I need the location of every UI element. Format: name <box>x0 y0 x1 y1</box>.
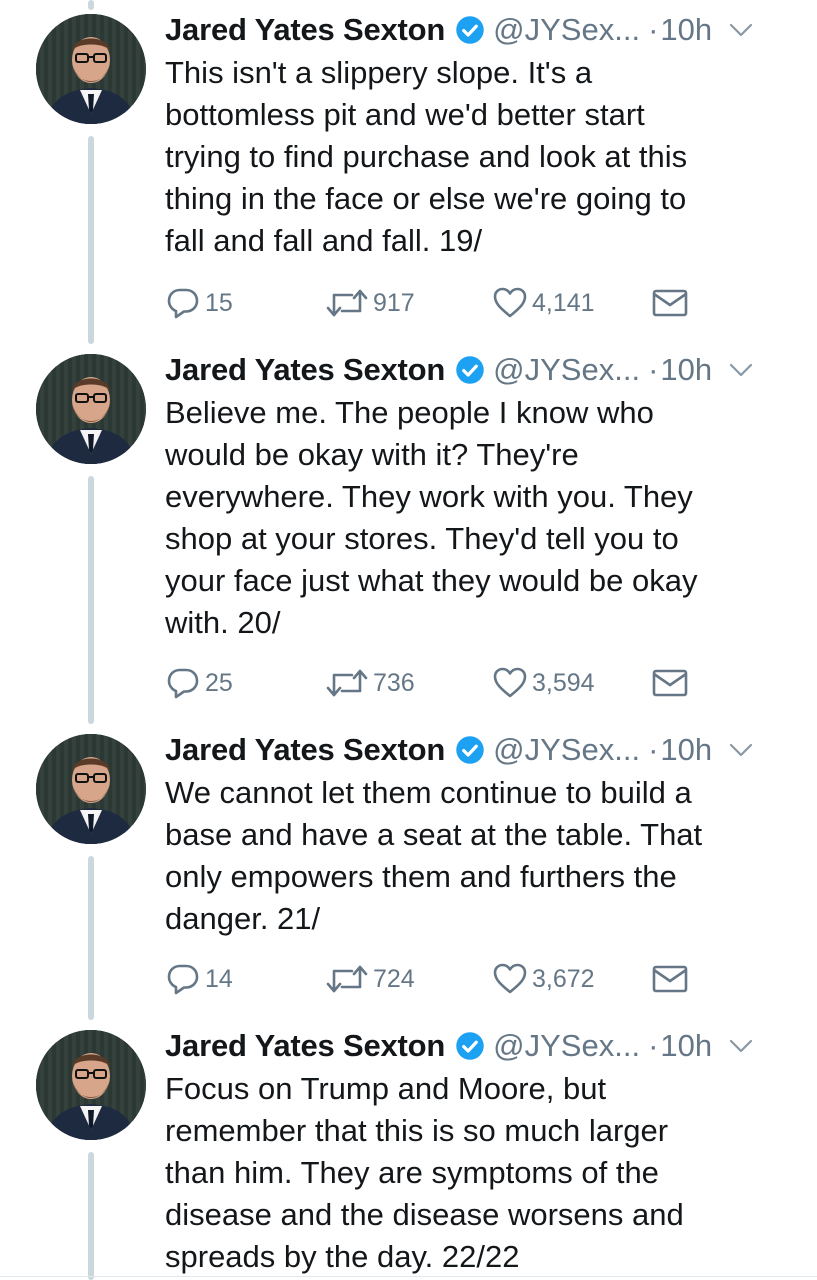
verified-badge-icon <box>455 355 485 385</box>
reply-button[interactable]: 25 <box>165 663 233 703</box>
like-button[interactable]: 3,672 <box>492 959 595 999</box>
reply-icon <box>165 665 201 701</box>
verified-badge-icon <box>455 735 485 765</box>
tweet-actions: 14 724 3,672 <box>165 959 725 999</box>
retweet-count: 736 <box>373 668 415 697</box>
timestamp[interactable]: 10h <box>660 12 712 48</box>
author-name[interactable]: Jared Yates Sexton <box>165 1028 445 1064</box>
tweet-text: Focus on Trump and Moore, but remember t… <box>165 1071 684 1274</box>
chevron-down-icon[interactable] <box>728 741 754 759</box>
tweet-header: Jared Yates Sexton @JYSex... · 10h <box>165 1024 805 1068</box>
retweet-button[interactable]: 917 <box>325 283 415 323</box>
retweet-icon <box>325 961 369 997</box>
author-handle[interactable]: @JYSex... <box>493 732 640 768</box>
thread-connector-line <box>88 856 94 1020</box>
heart-icon <box>492 961 528 997</box>
retweet-icon <box>325 665 369 701</box>
tweet-header: Jared Yates Sexton @JYSex... · 10h <box>165 728 805 772</box>
avatar[interactable] <box>36 734 146 844</box>
reply-button[interactable]: 15 <box>165 283 233 323</box>
avatar[interactable] <box>36 1030 146 1140</box>
reply-icon <box>165 285 201 321</box>
timestamp[interactable]: 10h <box>660 1028 712 1064</box>
retweet-count: 917 <box>373 288 415 317</box>
envelope-icon <box>652 964 688 994</box>
heart-icon <box>492 665 528 701</box>
tweet-text: This isn't a slippery slope. It's a bott… <box>165 55 688 258</box>
chevron-down-icon[interactable] <box>728 361 754 379</box>
tweet[interactable]: Jared Yates Sexton @JYSex... · 10h Belie… <box>0 340 817 724</box>
tweet-thread: Jared Yates Sexton @JYSex... · 10h This … <box>0 0 817 1280</box>
separator-dot: · <box>648 12 659 47</box>
envelope-icon <box>652 288 688 318</box>
author-handle[interactable]: @JYSex... <box>493 1028 640 1064</box>
verified-badge-icon <box>455 1031 485 1061</box>
retweet-button[interactable]: 724 <box>325 959 415 999</box>
separator-dot: · <box>648 1028 659 1063</box>
retweet-count: 724 <box>373 964 415 993</box>
tweet[interactable]: Jared Yates Sexton @JYSex... · 10h Focus… <box>0 1016 817 1280</box>
reply-count: 25 <box>205 668 233 697</box>
avatar[interactable] <box>36 354 146 464</box>
tweet[interactable]: Jared Yates Sexton @JYSex... · 10h We ca… <box>0 720 817 1020</box>
reply-icon <box>165 961 201 997</box>
tweet[interactable]: Jared Yates Sexton @JYSex... · 10h This … <box>0 0 817 344</box>
reply-button[interactable]: 14 <box>165 959 233 999</box>
chevron-down-icon[interactable] <box>728 1037 754 1055</box>
like-button[interactable]: 4,141 <box>492 283 595 323</box>
timestamp[interactable]: 10h <box>660 732 712 768</box>
chevron-down-icon[interactable] <box>728 21 754 39</box>
thread-connector-line <box>88 1152 94 1280</box>
direct-message-button[interactable] <box>652 663 688 703</box>
direct-message-button[interactable] <box>652 283 688 323</box>
author-name[interactable]: Jared Yates Sexton <box>165 12 445 48</box>
retweet-button[interactable]: 736 <box>325 663 415 703</box>
author-handle[interactable]: @JYSex... <box>493 352 640 388</box>
reply-count: 14 <box>205 964 233 993</box>
thread-connector-line <box>88 136 94 344</box>
tweet-text: Believe me. The people I know who would … <box>165 395 698 640</box>
like-button[interactable]: 3,594 <box>492 663 595 703</box>
separator-dot: · <box>648 732 659 767</box>
timestamp[interactable]: 10h <box>660 352 712 388</box>
tweet-text: We cannot let them continue to build a b… <box>165 775 703 936</box>
separator-dot: · <box>648 352 659 387</box>
like-count: 3,594 <box>532 668 595 697</box>
like-count: 4,141 <box>532 288 595 317</box>
divider <box>0 1276 817 1277</box>
author-handle[interactable]: @JYSex... <box>493 12 640 48</box>
tweet-header: Jared Yates Sexton @JYSex... · 10h <box>165 8 805 52</box>
tweet-header: Jared Yates Sexton @JYSex... · 10h <box>165 348 805 392</box>
reply-count: 15 <box>205 288 233 317</box>
tweet-actions: 25 736 3,594 <box>165 663 725 703</box>
avatar[interactable] <box>36 14 146 124</box>
verified-badge-icon <box>455 15 485 45</box>
like-count: 3,672 <box>532 964 595 993</box>
tweet-actions: 15 917 4,141 <box>165 283 725 323</box>
envelope-icon <box>652 668 688 698</box>
thread-connector-line <box>88 476 94 724</box>
direct-message-button[interactable] <box>652 959 688 999</box>
author-name[interactable]: Jared Yates Sexton <box>165 732 445 768</box>
retweet-icon <box>325 285 369 321</box>
heart-icon <box>492 285 528 321</box>
author-name[interactable]: Jared Yates Sexton <box>165 352 445 388</box>
